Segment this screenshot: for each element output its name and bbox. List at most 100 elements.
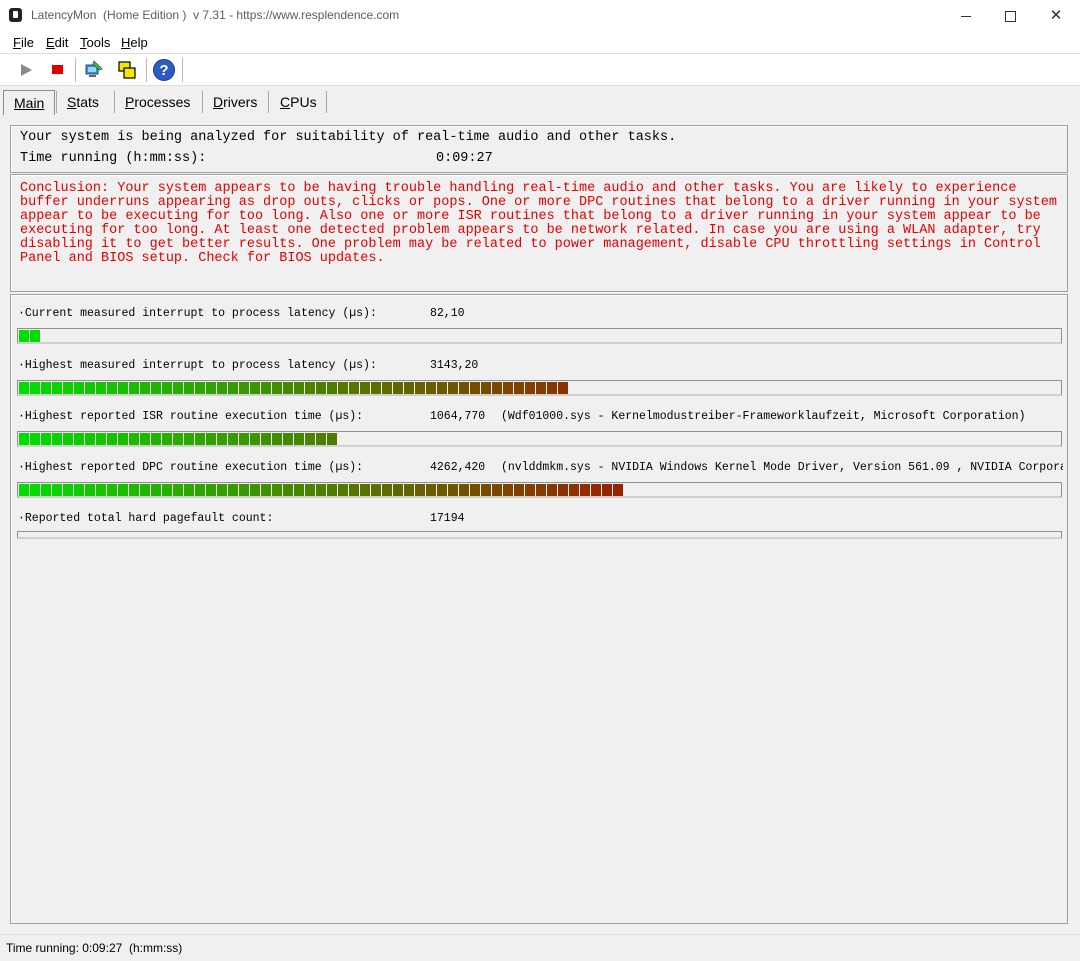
bar-segment xyxy=(140,382,150,394)
tab-drivers-label: Drivers xyxy=(213,94,258,110)
bar-segment xyxy=(360,382,370,394)
bar-segment xyxy=(19,382,29,394)
bar-segment xyxy=(503,484,513,496)
bar-segment xyxy=(470,484,480,496)
start-button[interactable] xyxy=(14,58,38,82)
bar-segment xyxy=(558,484,568,496)
metric-label-highest-latency: ·Highest measured interrupt to process l… xyxy=(18,359,377,372)
metric-detail-dpc-driver: (nvlddmkm.sys - NVIDIA Windows Kernel Mo… xyxy=(501,461,1063,474)
latency-bar-highest xyxy=(17,380,1062,396)
metric-label-current-latency: ·Current measured interrupt to process l… xyxy=(18,307,377,320)
bar-segment xyxy=(129,484,139,496)
bar-segment xyxy=(162,433,172,445)
bar-fill xyxy=(19,382,569,394)
tab-drivers[interactable]: Drivers xyxy=(203,90,267,114)
bar-segment xyxy=(492,484,502,496)
maximize-icon xyxy=(1004,10,1016,22)
time-running-value: 0:09:27 xyxy=(436,151,493,166)
bar-segment xyxy=(272,484,282,496)
bar-segment xyxy=(481,484,491,496)
metric-value-dpc-time: 4262,420 xyxy=(430,461,486,474)
stop-button[interactable] xyxy=(46,58,70,82)
tab-processes[interactable]: Processes xyxy=(115,90,200,114)
bar-segment xyxy=(525,382,535,394)
bar-segment xyxy=(426,382,436,394)
bar-segment xyxy=(305,433,315,445)
bar-segment xyxy=(162,484,172,496)
bar-segment xyxy=(118,382,128,394)
bar-segment xyxy=(459,484,469,496)
bar-segment xyxy=(481,382,491,394)
menu-file[interactable]: File xyxy=(13,35,34,50)
time-running-label: Time running (h:mm:ss): xyxy=(20,151,207,166)
bar-segment xyxy=(63,484,73,496)
bar-segment xyxy=(536,484,546,496)
bar-segment xyxy=(228,433,238,445)
help-icon: ? xyxy=(153,59,175,81)
bar-segment xyxy=(602,484,612,496)
bar-segment xyxy=(426,484,436,496)
windows-button[interactable] xyxy=(115,58,139,82)
tab-stats[interactable]: Stats xyxy=(57,90,109,114)
bar-segment xyxy=(195,484,205,496)
bar-segment xyxy=(261,382,271,394)
conclusion-panel: Conclusion: Your system appears to be ha… xyxy=(10,174,1068,292)
bar-segment xyxy=(19,330,29,342)
bar-segment xyxy=(184,382,194,394)
close-icon: ✕ xyxy=(1049,7,1063,24)
metric-label-dpc-time: ·Highest reported DPC routine execution … xyxy=(18,461,364,474)
analysis-status-text: Your system is being analyzed for suitab… xyxy=(20,130,677,145)
bar-segment xyxy=(129,433,139,445)
bar-segment xyxy=(52,382,62,394)
bar-segment xyxy=(536,382,546,394)
bar-segment xyxy=(261,484,271,496)
menu-bar: File Edit Tools Help xyxy=(0,31,1080,54)
monitor-button[interactable] xyxy=(82,58,106,82)
bar-segment xyxy=(184,484,194,496)
bar-segment xyxy=(294,433,304,445)
tab-main[interactable]: Main xyxy=(3,90,56,115)
menu-file-label: File xyxy=(13,35,34,50)
status-bar: Time running: 0:09:27 (h:mm:ss) xyxy=(0,934,1080,961)
bar-segment xyxy=(580,484,590,496)
minimize-button[interactable] xyxy=(943,0,989,31)
metric-label-isr-time: ·Highest reported ISR routine execution … xyxy=(18,410,364,423)
bar-segment xyxy=(459,382,469,394)
bar-segment xyxy=(129,382,139,394)
metric-detail-isr-driver: (Wdf01000.sys - Kernelmodustreiber-Frame… xyxy=(501,410,1026,423)
bar-segment xyxy=(74,433,84,445)
bar-segment xyxy=(283,433,293,445)
toolbar: ? xyxy=(0,54,1080,86)
bar-segment xyxy=(404,484,414,496)
toolbar-separator xyxy=(146,58,147,82)
bar-segment xyxy=(393,382,403,394)
close-button[interactable]: ✕ xyxy=(1033,0,1079,31)
metric-label-pagefault: ·Reported total hard pagefault count: xyxy=(18,512,274,525)
menu-edit[interactable]: Edit xyxy=(46,35,68,50)
bar-segment xyxy=(19,484,29,496)
bar-segment xyxy=(30,330,40,342)
maximize-button[interactable] xyxy=(987,0,1033,31)
bar-segment xyxy=(85,382,95,394)
monitor-icon xyxy=(85,60,103,77)
bar-segment xyxy=(63,433,73,445)
menu-help[interactable]: Help xyxy=(121,35,148,50)
menu-help-label: Help xyxy=(121,35,148,50)
statusbar-time-text: Time running: 0:09:27 (h:mm:ss) xyxy=(6,941,183,955)
play-icon xyxy=(21,64,32,76)
bar-segment xyxy=(96,433,106,445)
bar-segment xyxy=(305,382,315,394)
menu-tools[interactable]: Tools xyxy=(80,35,110,50)
bar-segment xyxy=(30,382,40,394)
bar-segment xyxy=(151,433,161,445)
bar-segment xyxy=(327,382,337,394)
bar-segment xyxy=(239,382,249,394)
isr-bar xyxy=(17,431,1062,447)
bar-segment xyxy=(283,484,293,496)
bar-segment xyxy=(239,484,249,496)
tab-cpus[interactable]: CPUs xyxy=(270,90,327,114)
bar-segment xyxy=(228,382,238,394)
help-button[interactable]: ? xyxy=(152,58,176,82)
bar-segment xyxy=(41,433,51,445)
latency-bar-current xyxy=(17,328,1062,344)
